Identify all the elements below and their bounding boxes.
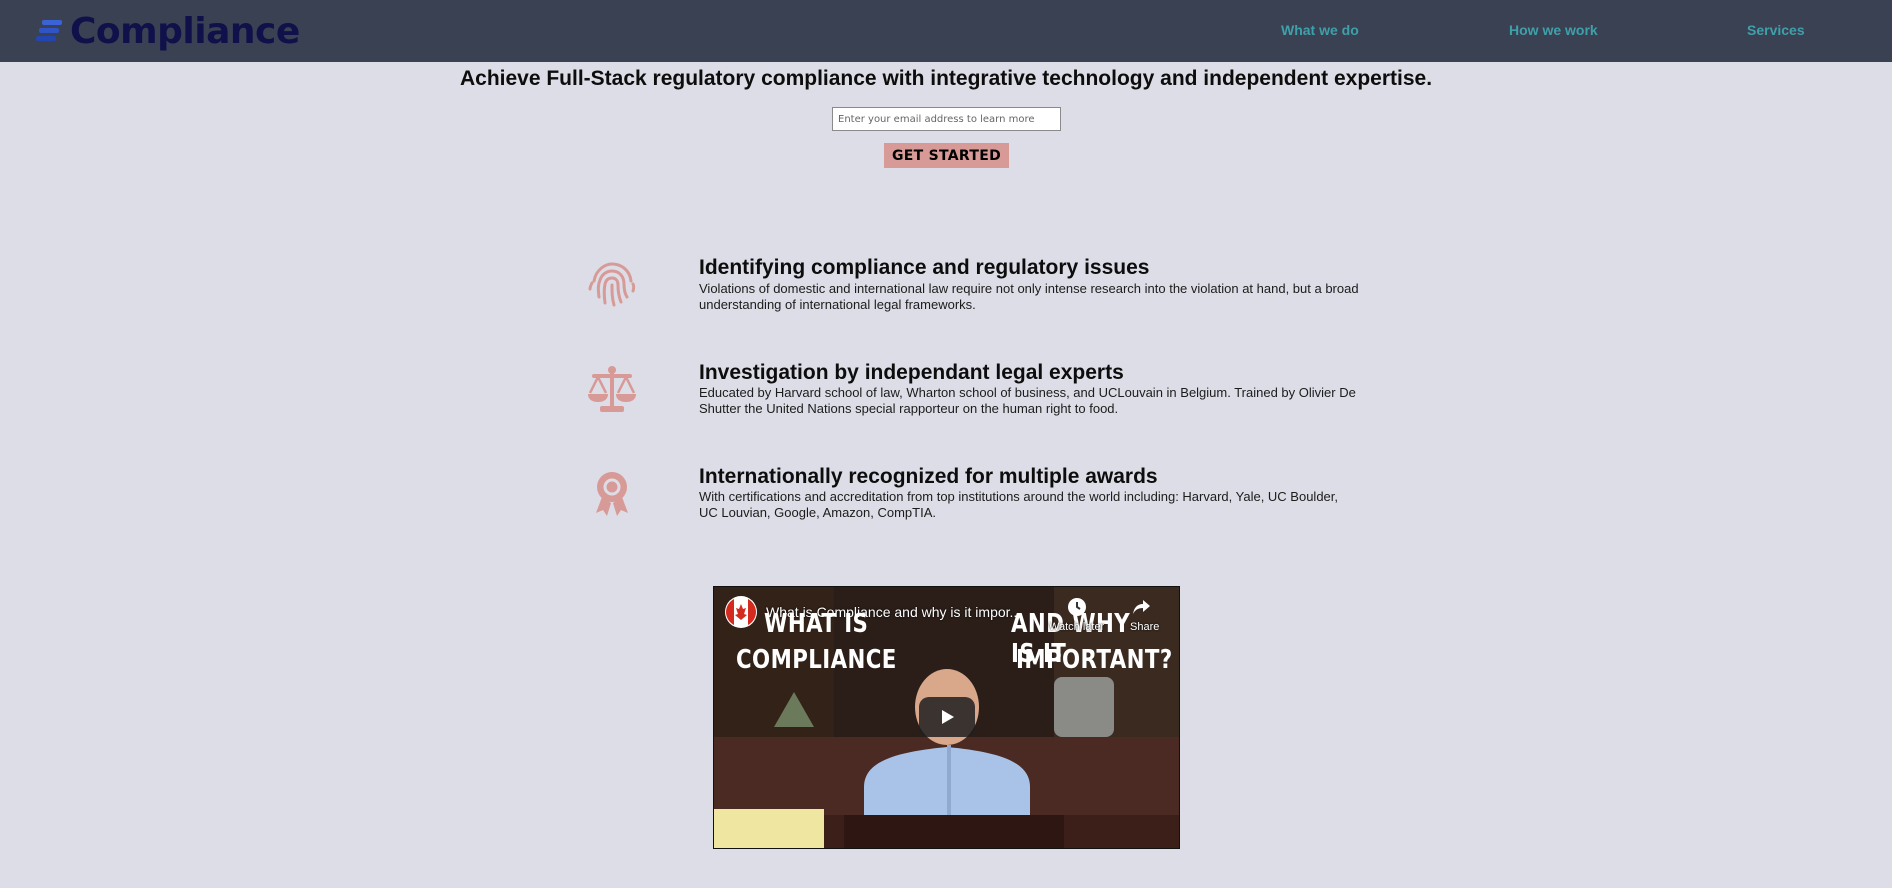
email-input[interactable] xyxy=(832,107,1061,131)
fingerprint-icon xyxy=(588,262,636,307)
video-player[interactable]: What is Compliance and why is it impor..… xyxy=(713,586,1180,849)
feature-title: Identifying compliance and regulatory is… xyxy=(699,256,1150,279)
feature-description: Educated by Harvard school of law, Whart… xyxy=(699,385,1356,416)
overlay-text: WHAT IS xyxy=(764,609,869,639)
overlay-text: IMPORTANT? xyxy=(1016,645,1173,675)
hero-headline: Achieve Full-Stack regulatory compliance… xyxy=(459,67,1433,90)
clock-icon[interactable] xyxy=(1066,596,1088,618)
overlay-text: COMPLIANCE xyxy=(736,645,897,675)
get-started-button[interactable]: GET STARTED xyxy=(884,143,1009,168)
share-label[interactable]: Share xyxy=(1130,621,1159,633)
top-nav-bar: Compliance What we do How we work Servic… xyxy=(0,0,1892,62)
nav-what-we-do[interactable]: What we do xyxy=(1281,22,1359,38)
feature-title: Internationally recognized for multiple … xyxy=(699,465,1158,488)
watch-later-label[interactable]: Watch later xyxy=(1049,621,1104,633)
brand-logo[interactable]: Compliance xyxy=(36,8,300,54)
share-icon[interactable] xyxy=(1130,596,1152,618)
play-icon xyxy=(942,710,954,724)
play-button[interactable] xyxy=(919,697,975,737)
feature-description: Violations of domestic and international… xyxy=(699,281,1359,312)
feature-description: With certifications and accreditation fr… xyxy=(699,489,1339,520)
nav-how-we-work[interactable]: How we work xyxy=(1509,22,1598,38)
feature-title: Investigation by independant legal exper… xyxy=(699,361,1124,384)
channel-avatar[interactable] xyxy=(725,596,757,628)
scales-icon xyxy=(588,366,636,412)
canada-flag-icon xyxy=(726,597,756,627)
brand-name: Compliance xyxy=(70,10,300,52)
nav-services[interactable]: Services xyxy=(1747,22,1805,38)
stack-logo-icon xyxy=(36,20,62,41)
award-icon xyxy=(596,472,628,516)
